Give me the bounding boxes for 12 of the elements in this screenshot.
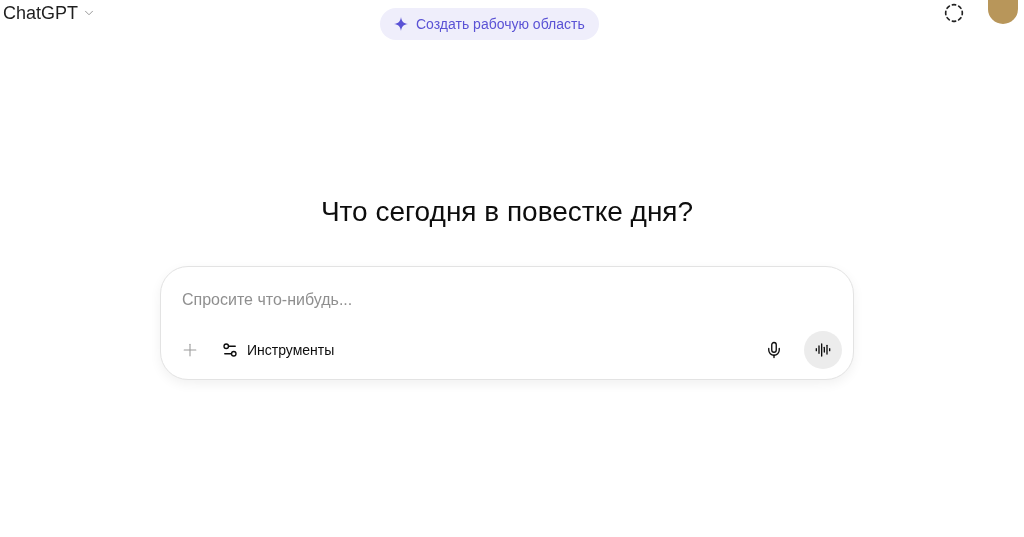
- prompt-input[interactable]: Спросите что-нибудь...: [182, 286, 832, 314]
- temporary-chat-icon[interactable]: [944, 3, 964, 23]
- audio-wave-icon: [815, 342, 831, 358]
- voice-mode-button[interactable]: [804, 331, 842, 369]
- microphone-icon: [765, 341, 783, 359]
- create-workspace-button[interactable]: Создать рабочую область: [380, 8, 599, 40]
- model-selector[interactable]: ChatGPT: [3, 1, 97, 25]
- sliders-icon: [221, 341, 239, 359]
- sparkle-icon: [394, 17, 408, 31]
- tools-button[interactable]: Инструменты: [217, 333, 339, 367]
- avatar-photo-placeholder[interactable]: [988, 0, 1018, 24]
- page-heading: Что сегодня в повестке дня?: [320, 195, 694, 229]
